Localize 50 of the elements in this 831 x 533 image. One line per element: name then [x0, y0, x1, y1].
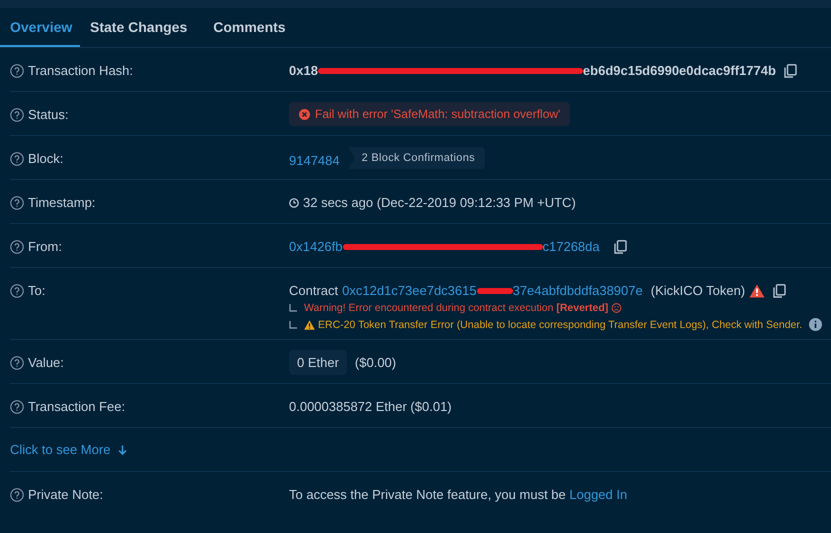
field-label: Status:: [28, 107, 68, 122]
address-start: 0x18: [289, 63, 318, 78]
help-icon: [10, 108, 24, 122]
help-icon: [10, 152, 24, 166]
address-end[interactable]: 37e4abfdbddfa38907e: [512, 283, 643, 298]
info-icon: [809, 318, 822, 331]
help-icon: [10, 196, 24, 210]
fee-value: 0.0000385872 Ether ($0.01): [289, 399, 452, 414]
warning-icon: [304, 320, 315, 330]
warning-text: Warning! Error encountered during contract execution [Reverted]: [304, 302, 608, 314]
help-icon: [10, 488, 24, 502]
field-label: Timestamp:: [28, 195, 96, 210]
help-icon: [10, 64, 24, 78]
field-label: Block:: [28, 151, 64, 166]
contract-label: Contract: [289, 283, 338, 298]
warning-icon: [749, 284, 766, 298]
field-label: Value:: [28, 355, 64, 370]
elbow-icon: [289, 304, 297, 312]
field-label: Transaction Hash:: [28, 63, 134, 78]
help-icon: [10, 400, 24, 414]
field-label: To:: [28, 283, 46, 298]
error-icon: [299, 108, 310, 120]
see-more-link[interactable]: Click to see More: [10, 442, 128, 457]
copy-icon: [773, 284, 786, 298]
address-end: eb6d9c15d6990e0dcac9ff1774b: [582, 63, 776, 78]
field-label: Transaction Fee:: [28, 399, 126, 414]
help-icon: [10, 284, 24, 298]
field-label: From:: [28, 239, 62, 254]
address-start[interactable]: 0xc12d1c73ee7dc3615: [342, 283, 477, 298]
note-text: To access the Private Note feature, you must be Logged In: [289, 487, 628, 502]
address-start[interactable]: 0x1426fb: [289, 239, 342, 254]
clock-icon: [289, 198, 299, 208]
fiat-value: ($0.00): [354, 355, 396, 370]
elbow-icon: [289, 320, 297, 328]
tab[interactable]: Overview: [0, 8, 80, 47]
timestamp-text: 32 secs ago (Dec-22-2019 09:12:33 PM +UTC): [303, 195, 576, 210]
login-link[interactable]: Logged In: [569, 487, 628, 502]
copy-icon: [614, 240, 627, 254]
help-icon: [10, 240, 24, 254]
transfer-error-text: ERC-20 Token Transfer Error (Unable to locate corresponding Transfer Event Logs), Check with Sender.: [318, 318, 802, 330]
block-link[interactable]: 9147484: [289, 152, 340, 168]
sad-face-icon: [611, 303, 622, 313]
token-name: (KickICO Token): [650, 283, 746, 298]
copy-icon: [784, 64, 797, 78]
status-text: Fail with error 'SafeMath: subtraction overflow': [315, 107, 560, 121]
help-icon: [10, 356, 24, 370]
field-label: Private Note:: [28, 487, 104, 502]
ether-amount-badge: 0 Ether: [289, 350, 347, 375]
arrow-down-icon: [118, 444, 128, 454]
address-end[interactable]: c17268da: [542, 239, 600, 254]
